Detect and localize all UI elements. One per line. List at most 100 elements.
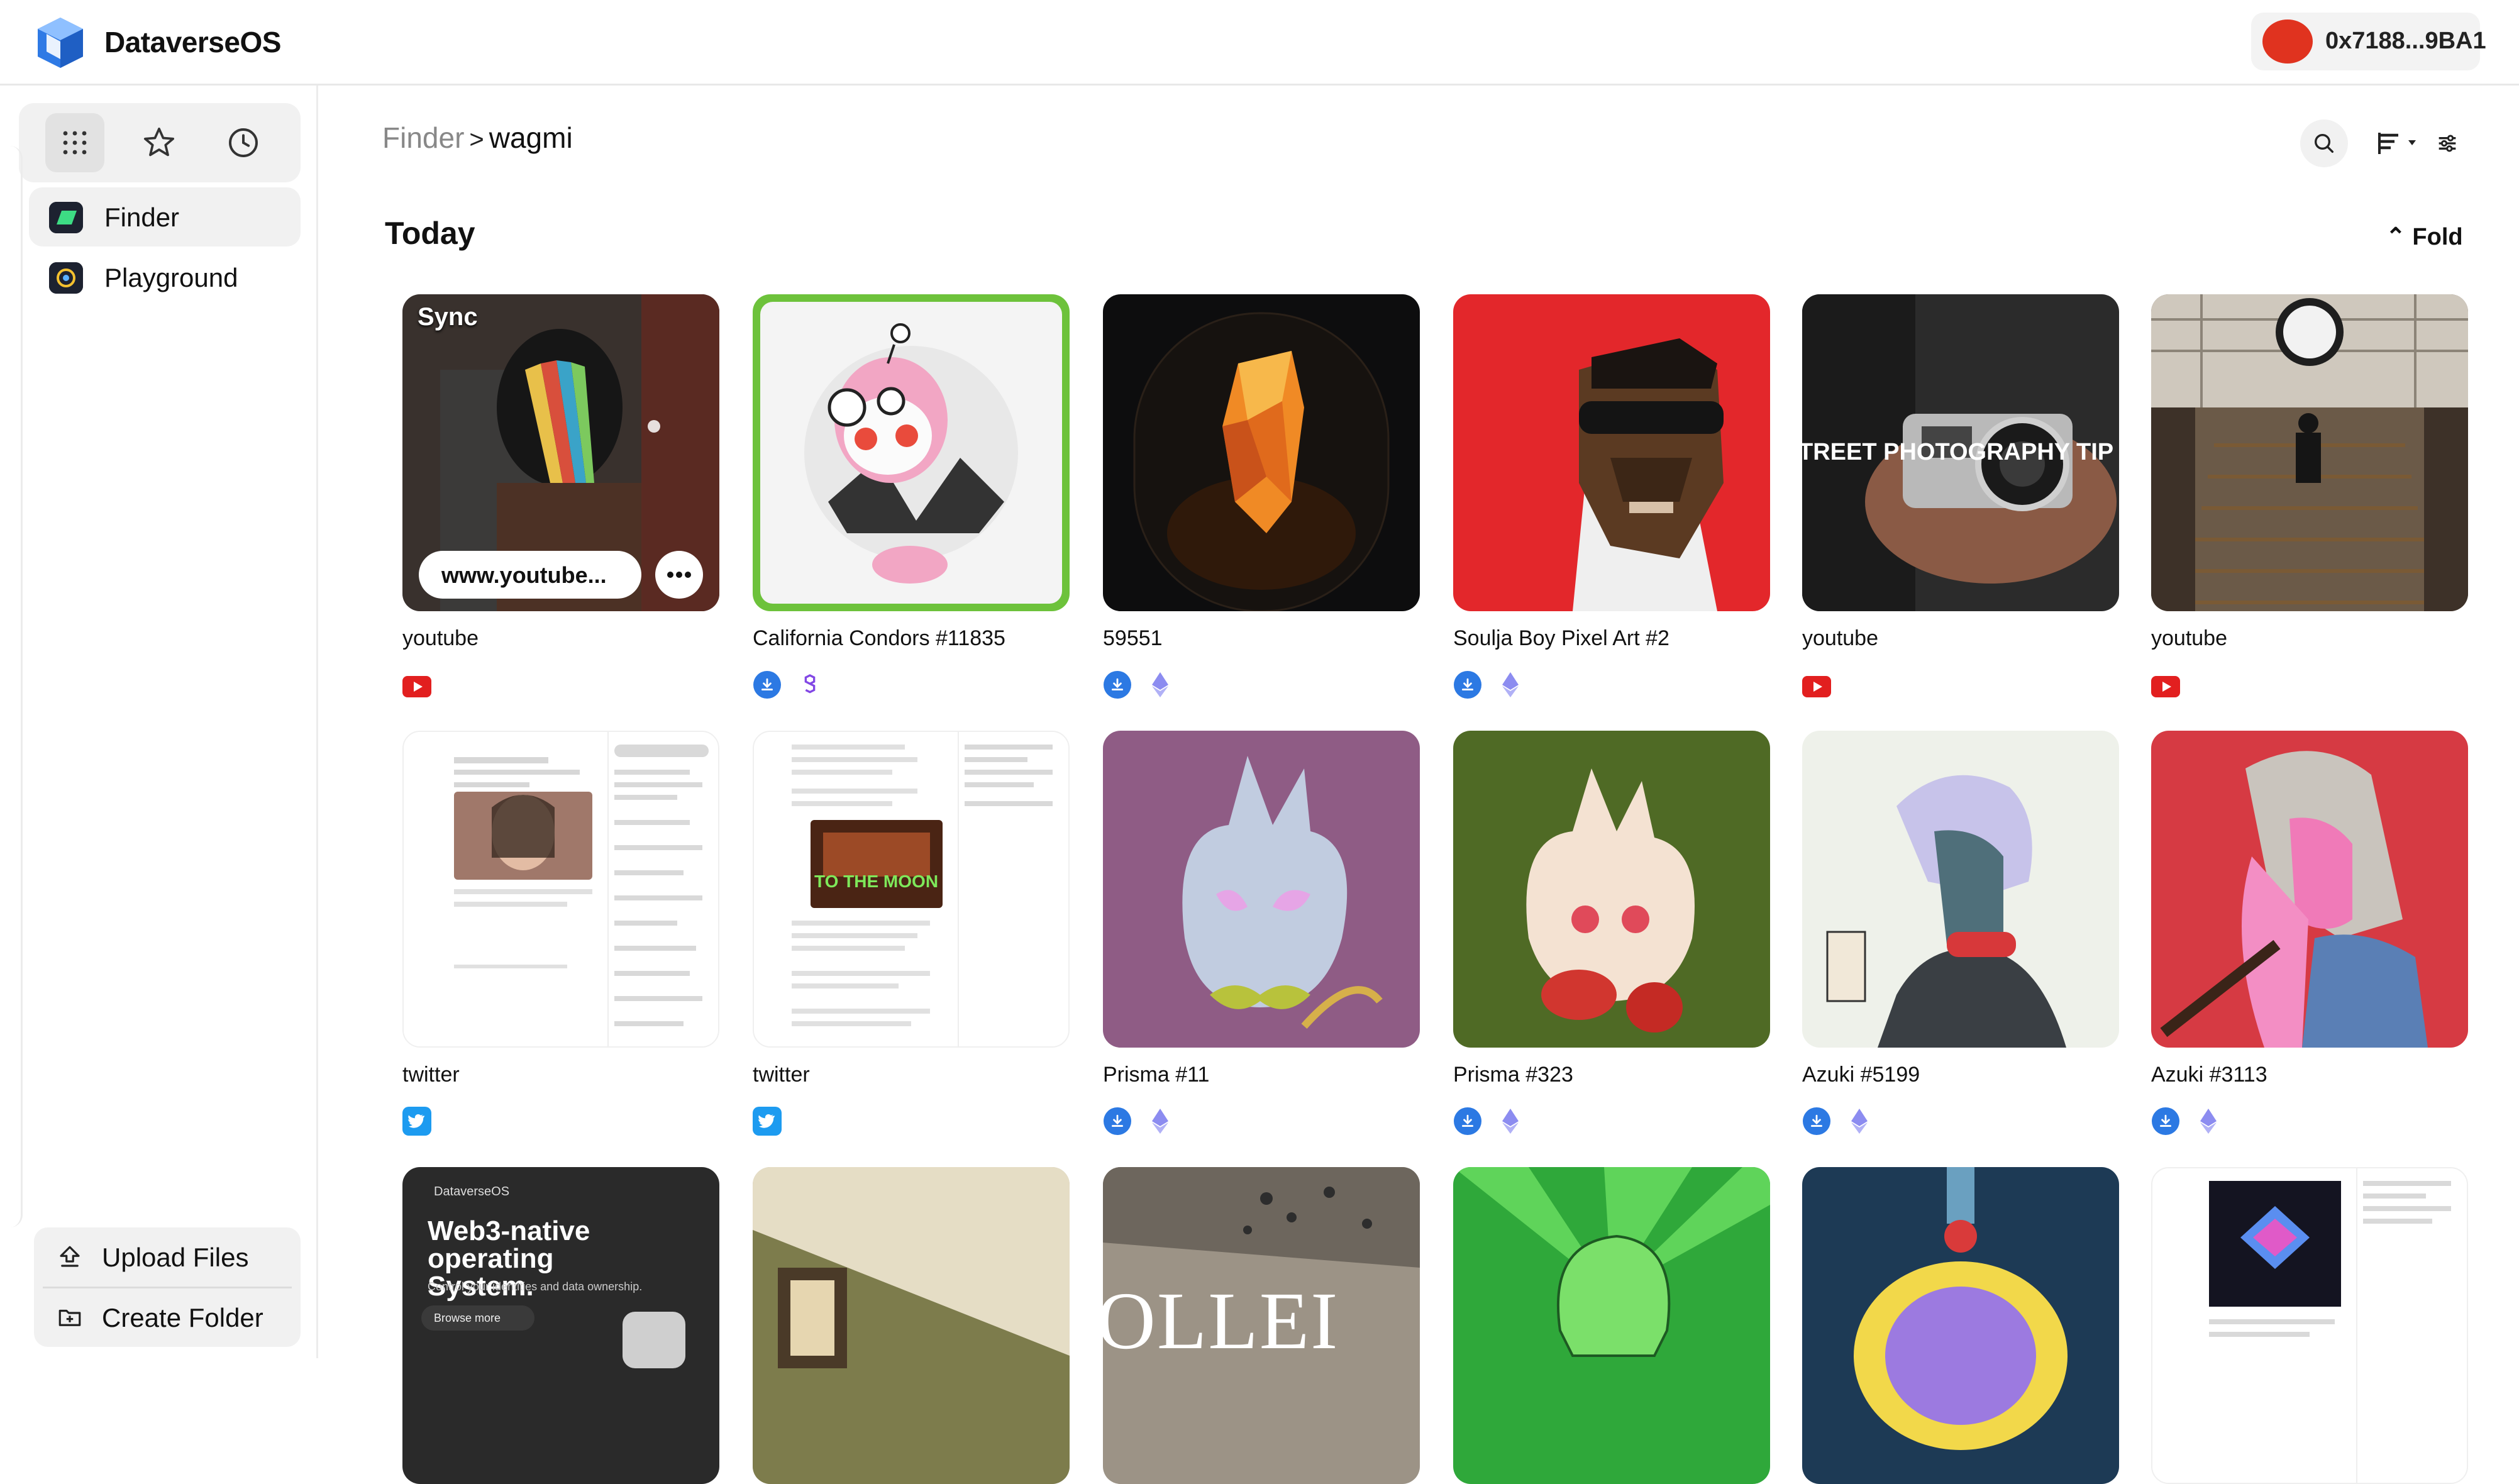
thumbnail[interactable] <box>1802 1167 2119 1484</box>
thumbnail[interactable] <box>1453 1167 1770 1484</box>
storage-icon <box>1103 1107 1132 1136</box>
sidebar-collapse-handle[interactable] <box>0 146 23 1227</box>
card-title: twitter <box>753 1063 810 1087</box>
card-title: youtube <box>402 626 479 650</box>
star-icon <box>143 127 175 157</box>
thumbnail[interactable] <box>753 1167 1070 1484</box>
youtube-icon <box>2151 670 2180 699</box>
thumbnail-text: TO THE MOON <box>814 872 939 891</box>
thumbnail[interactable] <box>1802 731 2119 1048</box>
upload-icon <box>60 1246 80 1267</box>
fold-label: Fold <box>2412 224 2463 250</box>
ethereum-icon <box>2194 1107 2223 1136</box>
source-badges <box>1103 1107 1175 1136</box>
clock-icon <box>229 128 258 157</box>
storage-icon <box>753 670 782 699</box>
twitter-icon <box>753 1107 782 1136</box>
sliders-icon <box>2439 135 2456 152</box>
source-badges <box>1802 670 1831 699</box>
create-folder-label: Create Folder <box>102 1303 263 1332</box>
thumbnail-text: OLLEI <box>1103 1276 1339 1366</box>
search-button[interactable] <box>2300 119 2348 167</box>
storage-icon <box>1453 670 1482 699</box>
playground-icon <box>49 262 83 294</box>
dataverse-logo-icon[interactable] <box>34 15 87 70</box>
favorites-button[interactable] <box>130 113 189 172</box>
source-badges <box>1103 670 1175 699</box>
card-title: youtube <box>2151 626 2227 650</box>
folder-add-icon <box>58 1309 81 1326</box>
sidebar-item-label: Finder <box>104 202 180 232</box>
more-options-button[interactable] <box>655 551 703 599</box>
thumbnail[interactable] <box>2151 1167 2468 1484</box>
thumbnail[interactable] <box>2151 294 2468 611</box>
upload-files-label: Upload Files <box>102 1243 249 1272</box>
card-title: 59551 <box>1103 626 1163 650</box>
finder-icon <box>49 202 83 233</box>
recent-button[interactable] <box>214 113 273 172</box>
thumbnail[interactable]: TO THE MOON <box>753 731 1070 1048</box>
thumbnail[interactable]: Sync www.youtube... <box>402 294 719 611</box>
source-badges <box>2151 1107 2223 1136</box>
source-badges <box>1802 1107 1874 1136</box>
ethereum-icon <box>1496 1107 1525 1136</box>
breadcrumb-root[interactable]: Finder <box>382 121 464 154</box>
url-chip[interactable]: www.youtube... <box>419 551 641 599</box>
sort-button[interactable] <box>2373 119 2421 167</box>
thumbnail[interactable] <box>753 294 1070 611</box>
ethereum-icon <box>1146 670 1175 699</box>
fold-button[interactable]: ⌃ Fold <box>2386 223 2463 251</box>
storage-icon <box>1103 670 1132 699</box>
section-title: Today <box>385 216 475 251</box>
storage-icon <box>2151 1107 2180 1136</box>
thumbnail[interactable] <box>1453 294 1770 611</box>
card-title: Azuki #5199 <box>1802 1063 1920 1087</box>
thumbnail[interactable]: TREET PHOTOGRAPHY TIP <box>1802 294 2119 611</box>
wallet-address: 0x7188...9BA1 <box>2325 28 2486 54</box>
chevron-up-icon: ⌃ <box>2386 224 2413 250</box>
filter-button[interactable] <box>2423 119 2471 167</box>
card-title: California Condors #11835 <box>753 626 1005 650</box>
thumbnail[interactable] <box>1103 294 1420 611</box>
thumbnail[interactable] <box>1103 731 1420 1048</box>
upload-files-button[interactable]: Upload Files <box>34 1227 301 1285</box>
thumbnail[interactable] <box>2151 731 2468 1048</box>
twitter-icon <box>402 1107 431 1136</box>
polygon-icon <box>795 670 824 699</box>
thumbnail[interactable] <box>1453 731 1770 1048</box>
thumbnail[interactable]: DataverseOS Web3-native operating System… <box>402 1167 719 1484</box>
card-title: youtube <box>1802 626 1878 650</box>
grid-view-button[interactable] <box>45 113 104 172</box>
wallet-button[interactable]: 0x7188...9BA1 <box>2251 13 2486 70</box>
thumbnail[interactable]: OLLEI <box>1103 1167 1420 1484</box>
youtube-icon <box>402 670 431 699</box>
thumbnail[interactable] <box>402 731 719 1048</box>
source-badges <box>753 1107 782 1136</box>
sidebar-item-label: Playground <box>104 263 238 292</box>
ethereum-icon <box>1496 670 1525 699</box>
search-icon <box>2315 134 2334 153</box>
card-title: Soulja Boy Pixel Art #2 <box>1453 626 1669 650</box>
sidebar-item-playground[interactable]: Playground <box>29 248 301 307</box>
create-folder-button[interactable]: Create Folder <box>34 1288 301 1346</box>
card-title: twitter <box>402 1063 460 1087</box>
source-badges <box>2151 670 2180 699</box>
breadcrumb: Finder > wagmi <box>382 121 573 155</box>
source-badges <box>753 670 824 699</box>
sidebar: Finder Playground Upload Files Create Fo… <box>0 86 318 1358</box>
card-title: Prisma #323 <box>1453 1063 1573 1087</box>
card-title: Prisma #11 <box>1103 1063 1210 1087</box>
youtube-icon <box>1802 670 1831 699</box>
breadcrumb-current: wagmi <box>489 121 573 154</box>
storage-icon <box>1802 1107 1831 1136</box>
ethereum-icon <box>1845 1107 1874 1136</box>
wallet-avatar <box>2262 19 2313 64</box>
source-badges <box>402 1107 431 1136</box>
thumbnail-button: Browse more <box>421 1305 534 1331</box>
card-title: Azuki #3113 <box>2151 1063 2267 1087</box>
storage-icon <box>1453 1107 1482 1136</box>
sidebar-item-finder[interactable]: Finder <box>29 187 301 246</box>
breadcrumb-separator: > <box>469 126 484 153</box>
thumbnail-text: TREET PHOTOGRAPHY TIP <box>1802 439 2114 465</box>
app-name: DataverseOS <box>104 26 281 58</box>
